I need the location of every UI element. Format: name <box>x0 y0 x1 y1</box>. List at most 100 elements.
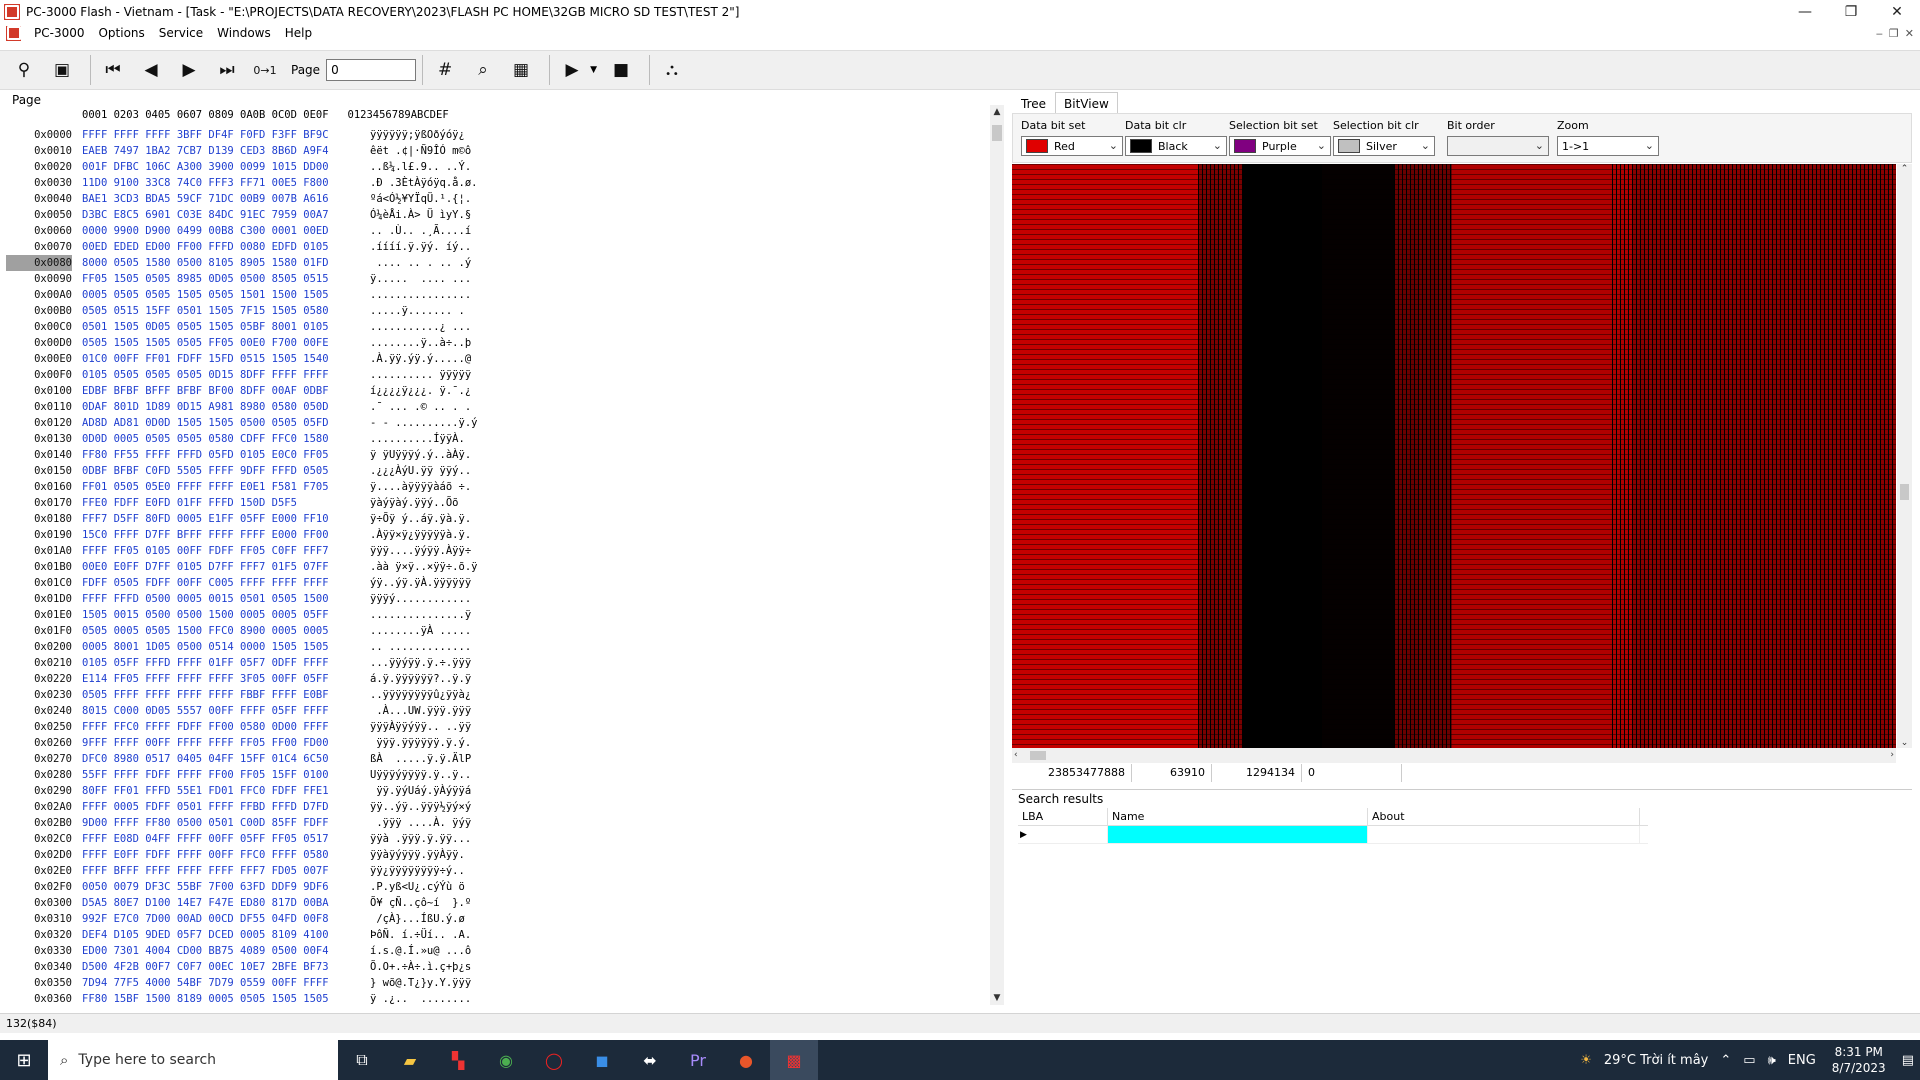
hex-row[interactable]: 0x0290 80FF FF01 FFFD 55E1 FD01 FFC0 FDFF… <box>0 783 990 799</box>
pc3000-taskbar-icon[interactable]: ▩ <box>770 1040 818 1080</box>
minimize-button[interactable]: — <box>1782 0 1828 23</box>
hex-row[interactable]: 0x0340 D500 4F2B 00F7 C0F7 00EC 10E7 2BFE… <box>0 959 990 975</box>
mdi-close-button[interactable]: ✕ <box>1905 27 1914 40</box>
hex-row[interactable]: 0x02C0 FFFF E08D 04FF FFFF 00FF 05FF FF05… <box>0 831 990 847</box>
first-page-icon[interactable]: ⏮ <box>97 54 129 86</box>
row-ascii[interactable]: ÿÿàÿýÿÿÿ.ÿÿÀÿÿ. <box>370 847 471 863</box>
bitview-vscroll-thumb[interactable] <box>1900 484 1909 500</box>
data-bit-clr-combo[interactable]: Black ⌄ <box>1125 136 1227 156</box>
name-cell[interactable] <box>1108 826 1368 843</box>
hex-row[interactable]: 0x00F0 0105 0505 0505 0505 0D15 8DFF FFFF… <box>0 367 990 383</box>
row-ascii[interactable]: .Àÿÿ×ÿ¿ÿÿÿÿÿà.ÿ. <box>370 527 471 543</box>
row-hex-bytes[interactable]: 992F E7C0 7D00 00AD 00CD DF55 04FD 00F8 <box>82 911 329 927</box>
row-ascii[interactable]: .. ............. <box>370 639 471 655</box>
task-view-icon[interactable]: ⧉ <box>338 1040 386 1080</box>
row-ascii[interactable]: .À...UW.ÿÿÿ.ÿÿÿ <box>370 703 471 719</box>
row-ascii[interactable]: .àà ÿ×ÿ..×ÿÿ÷.õ.ÿ <box>370 559 477 575</box>
row-ascii[interactable]: Uÿÿÿýÿÿÿÿ.ÿ..ÿ.. <box>370 767 471 783</box>
row-hex-bytes[interactable]: FFFF FFFD 0500 0005 0015 0501 0505 1500 <box>82 591 329 607</box>
row-ascii[interactable]: ...............ÿ <box>370 607 471 623</box>
scroll-down-icon[interactable]: ▼ <box>990 991 1004 1005</box>
zoom-combo[interactable]: 1->1 ⌄ <box>1557 136 1659 156</box>
row-hex-bytes[interactable]: FFFF FFC0 FFFF FDFF FF00 0580 0D00 FFFF <box>82 719 329 735</box>
hex-row[interactable]: 0x0070 00ED EDED ED00 FF00 FFFD 0080 EDFD… <box>0 239 990 255</box>
row-hex-bytes[interactable]: 0505 0515 15FF 0501 1505 7F15 1505 0580 <box>82 303 329 319</box>
row-hex-bytes[interactable]: 9D00 FFFF FF80 0500 0501 C00D 85FF FDFF <box>82 815 329 831</box>
row-ascii[interactable]: /çÀ}..­.ÍßU.ý.ø <box>370 911 465 927</box>
weather-icon[interactable]: ☀ <box>1574 1053 1598 1068</box>
hex-row[interactable]: 0x0180 FFF7 D5FF 80FD 0005 E1FF 05FF E000… <box>0 511 990 527</box>
row-hex-bytes[interactable]: EDBF BFBF BFFF BFBF BF00 8DFF 00AF 0DBF <box>82 383 329 399</box>
hex-row[interactable]: 0x00A0 0005 0505 0505 1505 0505 1501 1500… <box>0 287 990 303</box>
hex-row[interactable]: 0x0190 15C0 FFFF D7FF BFFF FFFF FFFF E000… <box>0 527 990 543</box>
table-row[interactable]: ▶ <box>1018 826 1648 844</box>
row-hex-bytes[interactable]: 8015 C000 0D05 5557 00FF FFFF 05FF FFFF <box>82 703 329 719</box>
row-ascii[interactable]: ...ÿÿýÿÿ.ÿ.÷.ÿÿÿ <box>370 655 471 671</box>
row-hex-bytes[interactable]: D500 4F2B 00F7 C0F7 00EC 10E7 2BFE BF73 <box>82 959 329 975</box>
chevron-up-icon[interactable]: ⌃ <box>1714 1053 1737 1068</box>
row-hex-bytes[interactable]: 0005 8001 1D05 0500 0514 0000 1505 1505 <box>82 639 329 655</box>
hex-row[interactable]: 0x0310 992F E7C0 7D00 00AD 00CD DF55 04FD… <box>0 911 990 927</box>
play-dropdown-icon[interactable]: ▼ <box>590 65 597 75</box>
hex-row[interactable]: 0x0170 FFE0 FDFF E0FD 01FF FFFD 150D D5F5… <box>0 495 990 511</box>
network-icon[interactable]: ▭ <box>1737 1053 1761 1068</box>
hash-icon[interactable]: # <box>429 54 461 86</box>
hex-row[interactable]: 0x0220 E114 FF05 FFFF FFFF FFFF 3F05 00FF… <box>0 671 990 687</box>
row-hex-bytes[interactable]: 0050 0079 DF3C 55BF 7F00 63FD DDF9 9DF6 <box>82 879 329 895</box>
scroll-up-icon[interactable]: ⌃ <box>1897 164 1912 174</box>
row-hex-bytes[interactable]: 15C0 FFFF D7FF BFFF FFFF FFFF E000 FF00 <box>82 527 329 543</box>
row-ascii[interactable]: .íííí.ÿ.ÿý. íý.. <box>370 239 471 255</box>
row-ascii[interactable]: ÿÿÿÀÿÿýÿÿ.. ..ÿÿ <box>370 719 471 735</box>
bitview-canvas[interactable] <box>1012 164 1896 748</box>
scroll-right-icon[interactable]: › <box>1890 748 1894 763</box>
hex-row[interactable]: 0x01F0 0505 0005 0505 1500 FFC0 8900 0005… <box>0 623 990 639</box>
save-icon[interactable]: ▣ <box>46 54 78 86</box>
hex-row[interactable]: 0x0030 11D0 9100 33C8 74C0 FFF3 FF71 00E5… <box>0 175 990 191</box>
row-hex-bytes[interactable]: DFC0 8980 0517 0405 04FF 15FF 01C4 6C50 <box>82 751 329 767</box>
mdi-restore-button[interactable]: ❐ <box>1889 27 1899 40</box>
opera-icon[interactable]: ◯ <box>530 1040 578 1080</box>
row-hex-bytes[interactable]: FF80 15BF 1500 8189 0005 0505 1505 1505 <box>82 991 329 1007</box>
row-ascii[interactable]: .. .Ù.. .¸Ã....í <box>370 223 471 239</box>
hex-row[interactable]: 0x01D0 FFFF FFFD 0500 0005 0015 0501 0505… <box>0 591 990 607</box>
weather-text[interactable]: 29°C Trời ít mây <box>1598 1053 1715 1068</box>
selection-bit-set-combo[interactable]: Purple ⌄ <box>1229 136 1331 156</box>
play-icon[interactable]: ▶ <box>556 54 588 86</box>
column-about[interactable]: About <box>1368 808 1640 825</box>
mdi-minimize-button[interactable]: ‒ <box>1876 27 1883 40</box>
row-hex-bytes[interactable]: FF80 FF55 FFFF FFFD 05FD 0105 E0C0 FF05 <box>82 447 329 463</box>
row-hex-bytes[interactable]: FFFF 0005 FDFF 0501 FFFF FFBD FFFD D7FD <box>82 799 329 815</box>
row-hex-bytes[interactable]: 0505 0005 0505 1500 FFC0 8900 0005 0005 <box>82 623 329 639</box>
row-hex-bytes[interactable]: D5A5 80E7 D100 14E7 F47E ED80 817D 00BA <box>82 895 329 911</box>
row-ascii[interactable]: ÞôÑ. í.÷Üí.. .A. <box>370 927 471 943</box>
about-cell[interactable] <box>1368 826 1640 843</box>
row-hex-bytes[interactable]: 9FFF FFFF 00FF FFFF FFFF FF05 FF00 FD00 <box>82 735 329 751</box>
row-ascii[interactable]: í.s.@.Í.»u@ ...ô <box>370 943 471 959</box>
teamviewer-icon[interactable]: ⬌ <box>626 1040 674 1080</box>
row-hex-bytes[interactable]: 0005 0505 0505 1505 0505 1501 1500 1505 <box>82 287 329 303</box>
hex-row[interactable]: 0x0050 D3BC E8C5 6901 C03E 84DC 91EC 7959… <box>0 207 990 223</box>
row-hex-bytes[interactable]: FFFF FF05 0105 00FF FDFF FF05 C0FF FFF7 <box>82 543 329 559</box>
row-hex-bytes[interactable]: 0D0D 0005 0505 0505 0580 CDFF FFC0 1580 <box>82 431 329 447</box>
hex-row[interactable]: 0x02F0 0050 0079 DF3C 55BF 7F00 63FD DDF9… <box>0 879 990 895</box>
row-ascii[interactable]: Õ.O+.÷À÷.ì.ç+þ¿s <box>370 959 471 975</box>
scroll-left-icon[interactable]: ‹ <box>1014 748 1018 763</box>
hex-row[interactable]: 0x0250 FFFF FFC0 FFFF FDFF FF00 0580 0D00… <box>0 719 990 735</box>
row-ascii[interactable]: í¿¿¿¿ÿ¿¿¿. ÿ.¯.¿ <box>370 383 471 399</box>
taskbar-search[interactable]: ⌕ Type here to search <box>48 1040 338 1080</box>
row-hex-bytes[interactable]: 00ED EDED ED00 FF00 FFFD 0080 EDFD 0105 <box>82 239 329 255</box>
row-ascii[interactable]: á.ÿ.ÿÿÿÿÿÿ?..ÿ.ÿ <box>370 671 471 687</box>
hex-row[interactable]: 0x0230 0505 FFFF FFFF FFFF FFFF FBBF FFFF… <box>0 687 990 703</box>
hex-row[interactable]: 0x0260 9FFF FFFF 00FF FFFF FFFF FF05 FF00… <box>0 735 990 751</box>
row-ascii[interactable]: ÿÿ¿ÿÿÿÿÿÿÿÿ÷ý.. <box>370 863 465 879</box>
hex-row[interactable]: 0x0330 ED00 7301 4004 CD00 BB75 4089 0500… <box>0 943 990 959</box>
hex-row[interactable]: 0x0240 8015 C000 0D05 5557 00FF FFFF 05FF… <box>0 703 990 719</box>
row-ascii[interactable]: ÿ .¿.. ........ <box>370 991 471 1007</box>
tab-tree[interactable]: Tree <box>1012 92 1055 114</box>
file-explorer-icon[interactable]: ▰ <box>386 1040 434 1080</box>
column-name[interactable]: Name <box>1108 808 1368 825</box>
row-ascii[interactable]: ÿÿà .ÿÿÿ.ÿ.ÿÿ... <box>370 831 471 847</box>
page-scrollbar[interactable]: ▲ ▼ <box>990 105 1004 1005</box>
mdi-app-icon[interactable] <box>6 25 21 41</box>
menu-pc3000[interactable]: PC-3000 <box>27 23 91 43</box>
